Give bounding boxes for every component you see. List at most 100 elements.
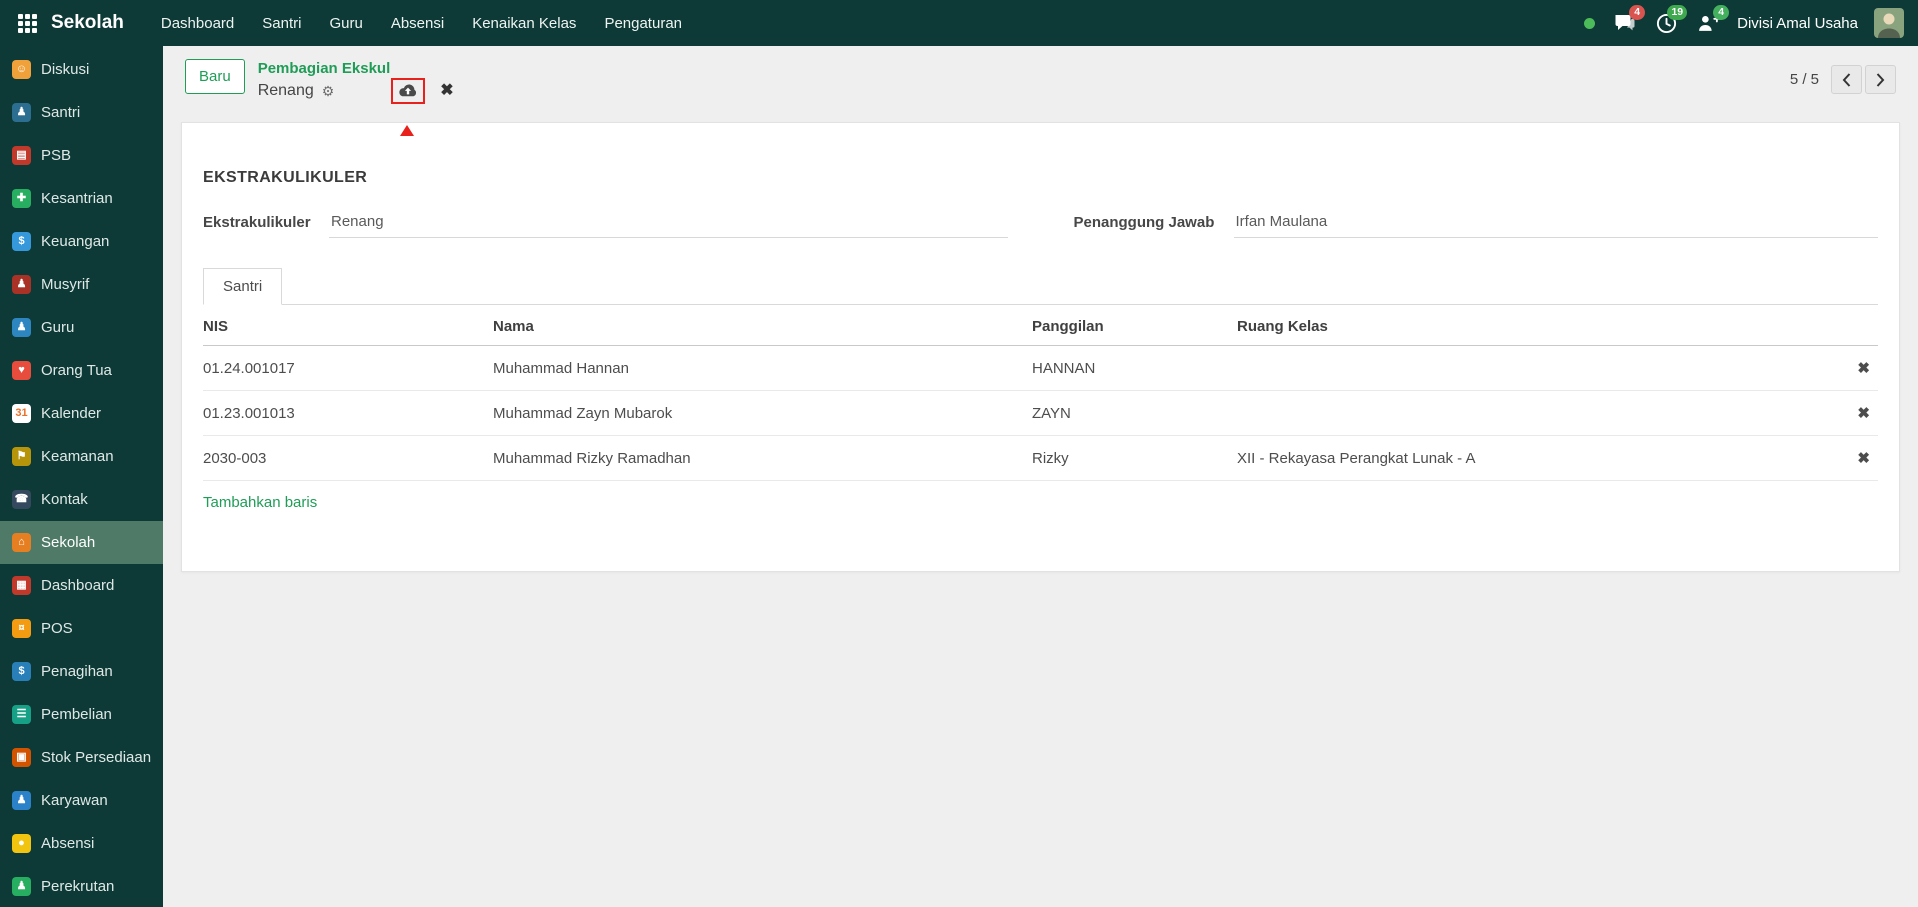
psb-icon: ▤ — [12, 146, 31, 165]
sidebar-item-keuangan[interactable]: $ Keuangan — [0, 220, 163, 263]
penanggung-jawab-input[interactable]: Irfan Maulana — [1234, 211, 1879, 238]
pager-next-button[interactable] — [1865, 65, 1896, 94]
save-button[interactable] — [398, 83, 418, 99]
sidebar-item-label: Dashboard — [41, 577, 114, 594]
cell-nama[interactable]: Muhammad Hannan — [493, 346, 1032, 391]
delete-row-icon[interactable]: ✖ — [1857, 360, 1870, 377]
field-ekstrakulikuler: Ekstrakulikuler Renang — [203, 211, 1052, 238]
sidebar-item-label: Keamanan — [41, 448, 114, 465]
delete-row-icon[interactable]: ✖ — [1857, 450, 1870, 467]
pager-previous-button[interactable] — [1831, 65, 1862, 94]
pos-icon: ¤ — [12, 619, 31, 638]
table-header-row: NIS Nama Panggilan Ruang Kelas — [203, 305, 1878, 346]
cell-ruang-kelas[interactable] — [1237, 346, 1838, 391]
cell-ruang-kelas[interactable]: XII - Rekayasa Perangkat Lunak - A — [1237, 436, 1838, 481]
sidebar-item-label: Karyawan — [41, 792, 108, 809]
sidebar-item-musyrif[interactable]: ♟ Musyrif — [0, 263, 163, 306]
discard-button[interactable]: ✖ — [440, 79, 453, 103]
penagihan-icon: $ — [12, 662, 31, 681]
sidebar-item-kalender[interactable]: 31 Kalender — [0, 392, 163, 435]
orang-tua-icon: ♥ — [12, 361, 31, 380]
sidebar-item-santri[interactable]: ♟ Santri — [0, 91, 163, 134]
dashboard-icon: ▦ — [12, 576, 31, 595]
activities-badge: 19 — [1667, 5, 1687, 20]
contacts-icon[interactable]: 4 — [1695, 11, 1721, 35]
topmenu-kenaikan-kelas[interactable]: Kenaikan Kelas — [459, 8, 589, 39]
cell-nis[interactable]: 01.23.001013 — [203, 391, 493, 436]
sidebar-item-pembelian[interactable]: ☰ Pembelian — [0, 693, 163, 736]
sidebar-item-sekolah[interactable]: ⌂ Sekolah — [0, 521, 163, 564]
topmenu-guru[interactable]: Guru — [316, 8, 375, 39]
field-label: Ekstrakulikuler — [203, 211, 329, 231]
control-panel: Baru Pembagian Ekskul Renang ⚙ — [163, 46, 1918, 122]
cell-panggilan[interactable]: Rizky — [1032, 436, 1237, 481]
column-header-actions — [1838, 305, 1878, 346]
sidebar-item-kontak[interactable]: ☎ Kontak — [0, 478, 163, 521]
sidebar-item-perekrutan[interactable]: ♟ Perekrutan — [0, 865, 163, 907]
breadcrumb-app-link[interactable]: Pembagian Ekskul — [258, 59, 454, 78]
cell-nama[interactable]: Muhammad Rizky Ramadhan — [493, 436, 1032, 481]
cell-nama[interactable]: Muhammad Zayn Mubarok — [493, 391, 1032, 436]
topmenu-santri[interactable]: Santri — [249, 8, 314, 39]
sidebar-item-guru[interactable]: ♟ Guru — [0, 306, 163, 349]
kesantrian-icon: ✚ — [12, 189, 31, 208]
sidebar-item-dashboard[interactable]: ▦ Dashboard — [0, 564, 163, 607]
sidebar-item-pos[interactable]: ¤ POS — [0, 607, 163, 650]
sidebar-item-orang-tua[interactable]: ♥ Orang Tua — [0, 349, 163, 392]
sidebar-item-label: Kalender — [41, 405, 101, 422]
breadcrumb: Pembagian Ekskul Renang ⚙ — [258, 59, 454, 104]
cell-ruang-kelas[interactable] — [1237, 391, 1838, 436]
save-annotation-box — [391, 78, 425, 104]
field-label: Penanggung Jawab — [1074, 211, 1234, 231]
pembelian-icon: ☰ — [12, 705, 31, 724]
topmenu-dashboard[interactable]: Dashboard — [148, 8, 247, 39]
kalender-icon: 31 — [12, 404, 31, 423]
cell-nis[interactable]: 2030-003 — [203, 436, 493, 481]
form-sheet: EKSTRAKULIKULER Ekstrakulikuler Renang P… — [181, 122, 1900, 572]
santri-table: NIS Nama Panggilan Ruang Kelas 01.24.001… — [203, 305, 1878, 524]
user-menu[interactable]: Divisi Amal Usaha — [1737, 15, 1858, 32]
gear-icon[interactable]: ⚙ — [322, 79, 335, 103]
chevron-right-icon — [1876, 73, 1885, 87]
online-status-dot[interactable] — [1584, 18, 1595, 29]
sidebar-item-absensi[interactable]: ● Absensi — [0, 822, 163, 865]
activities-icon[interactable]: 19 — [1653, 11, 1679, 35]
chevron-left-icon — [1842, 73, 1851, 87]
apps-grid-icon[interactable] — [18, 14, 37, 33]
tab-santri[interactable]: Santri — [203, 268, 282, 305]
topmenu-pengaturan[interactable]: Pengaturan — [591, 8, 695, 39]
cloud-upload-icon — [398, 83, 418, 99]
messages-icon[interactable]: 4 — [1611, 11, 1637, 35]
cell-panggilan[interactable]: HANNAN — [1032, 346, 1237, 391]
karyawan-icon: ♟ — [12, 791, 31, 810]
sidebar-item-diskusi[interactable]: ☺ Diskusi — [0, 48, 163, 91]
new-record-button[interactable]: Baru — [185, 59, 245, 94]
ekstrakulikuler-input[interactable]: Renang — [329, 211, 1008, 238]
column-header-nama: Nama — [493, 305, 1032, 346]
cell-nis[interactable]: 01.24.001017 — [203, 346, 493, 391]
add-row-link[interactable]: Tambahkan baris — [203, 481, 1878, 525]
sekolah-icon: ⌂ — [12, 533, 31, 552]
section-title: EKSTRAKULIKULER — [203, 123, 1878, 187]
topmenu-absensi[interactable]: Absensi — [378, 8, 457, 39]
sidebar-item-label: Perekrutan — [41, 878, 114, 895]
messages-badge: 4 — [1629, 5, 1645, 20]
breadcrumb-record-line: Renang ⚙ ✖ — [258, 78, 454, 104]
sidebar-item-keamanan[interactable]: ⚑ Keamanan — [0, 435, 163, 478]
sidebar-item-kesantrian[interactable]: ✚ Kesantrian — [0, 177, 163, 220]
sidebar-item-label: Pembelian — [41, 706, 112, 723]
column-header-ruang-kelas: Ruang Kelas — [1237, 305, 1838, 346]
app-brand[interactable]: Sekolah — [51, 12, 124, 34]
sidebar-item-label: Absensi — [41, 835, 94, 852]
user-avatar[interactable] — [1874, 8, 1904, 38]
sidebar-item-psb[interactable]: ▤ PSB — [0, 134, 163, 177]
notebook-tabs: Santri — [203, 268, 1878, 305]
sidebar-item-label: Santri — [41, 104, 80, 121]
sidebar-item-karyawan[interactable]: ♟ Karyawan — [0, 779, 163, 822]
cell-panggilan[interactable]: ZAYN — [1032, 391, 1237, 436]
sidebar-item-penagihan[interactable]: $ Penagihan — [0, 650, 163, 693]
record-pager: 5 / 5 — [1790, 59, 1896, 94]
column-header-nis: NIS — [203, 305, 493, 346]
delete-row-icon[interactable]: ✖ — [1857, 405, 1870, 422]
sidebar-item-stok-persediaan[interactable]: ▣ Stok Persediaan — [0, 736, 163, 779]
